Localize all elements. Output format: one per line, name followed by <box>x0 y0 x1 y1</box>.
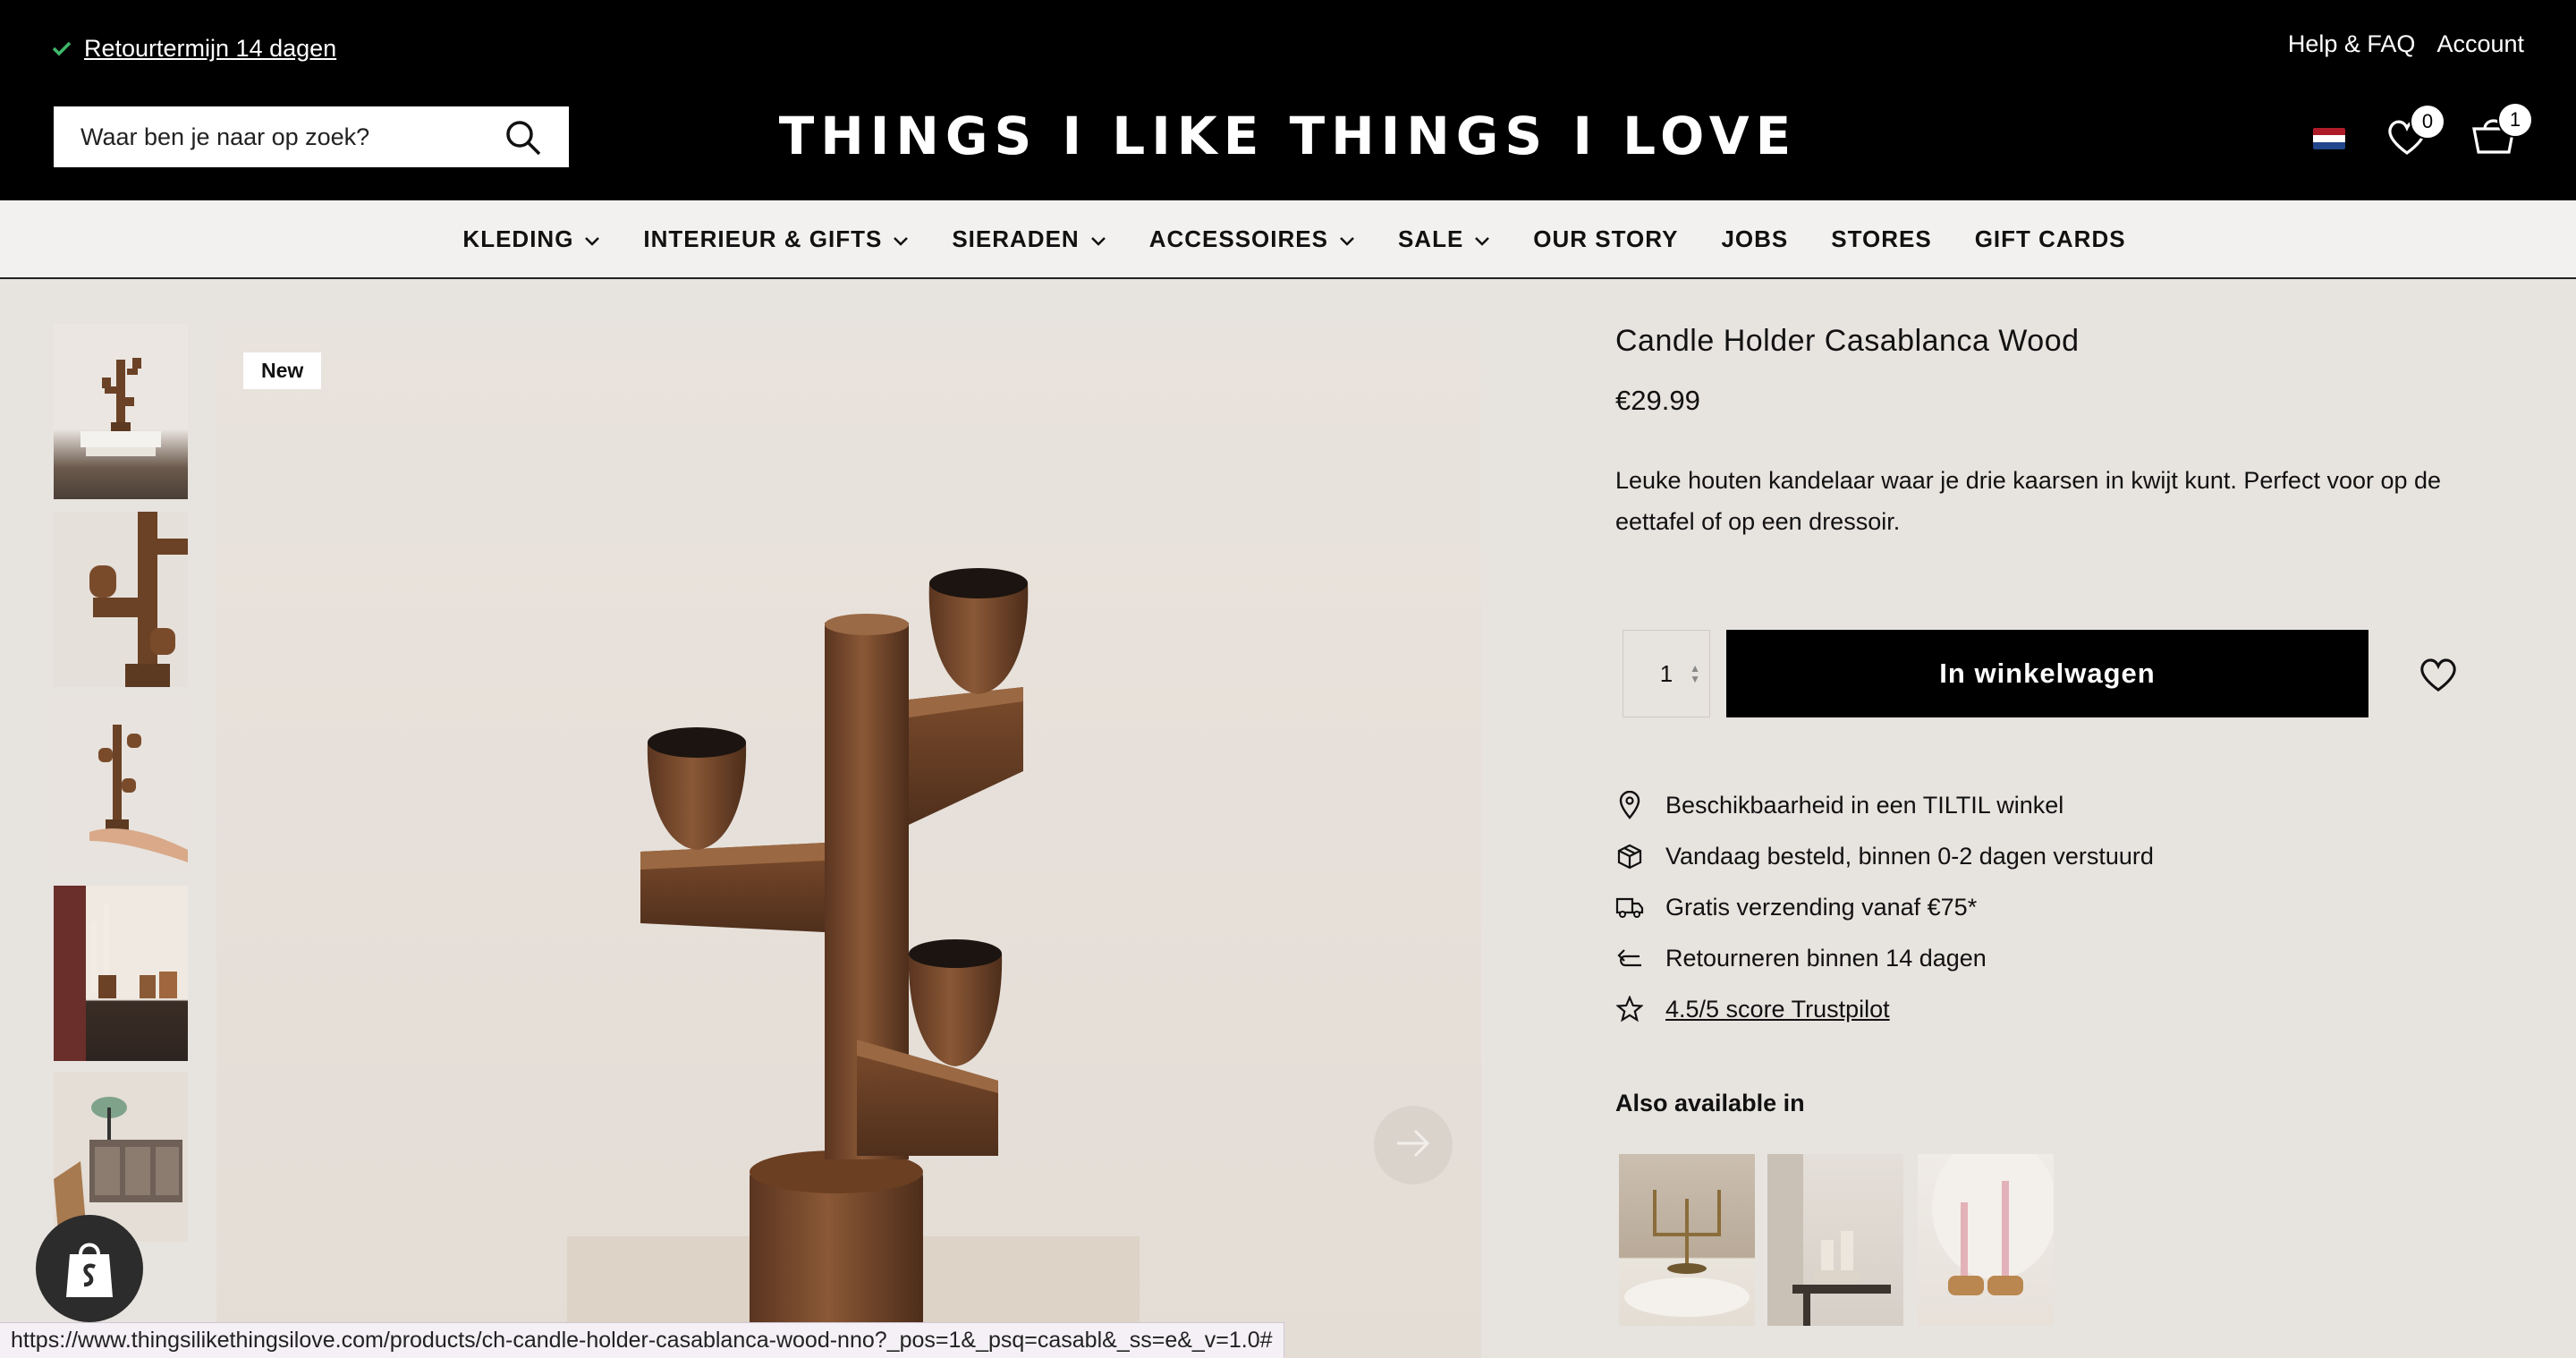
location-pin-icon <box>1615 791 1644 819</box>
announcement-bar: Retourtermijn 14 dagen <box>52 30 336 66</box>
thumbnail-interior-image <box>54 886 177 1061</box>
feature-text: Gratis verzending vanaf €75* <box>1665 893 1978 921</box>
chevron-down-icon <box>893 225 909 253</box>
package-icon <box>1615 842 1644 870</box>
cart-count-badge: 1 <box>2497 102 2533 138</box>
cart-button[interactable]: 1 <box>2470 102 2533 159</box>
nav-item-label: SALE <box>1397 225 1464 252</box>
main-navigation: KLEDING INTERIEUR & GIFTS SIERADEN ACCES… <box>0 200 2576 279</box>
chevron-down-icon <box>1090 225 1106 253</box>
return-arrow-icon <box>1615 944 1644 972</box>
nav-item-label: JOBS <box>1721 225 1789 252</box>
product-thumbnail[interactable] <box>54 324 188 499</box>
netherlands-flag-icon[interactable] <box>2313 128 2345 149</box>
search-box <box>54 106 569 167</box>
variant-stone-candle-holder-image <box>1767 1154 1891 1326</box>
thumbnail-candle-holder-image <box>80 358 161 456</box>
product-thumbnail[interactable] <box>54 698 188 873</box>
star-icon <box>1615 995 1644 1023</box>
account-link[interactable]: Account <box>2436 30 2524 58</box>
product-info: Candle Holder Casablanca Wood €29.99 Leu… <box>1615 324 2510 1326</box>
product-thumbnail[interactable] <box>54 886 188 1061</box>
nav-item-label: KLEDING <box>462 225 574 252</box>
nav-item-stores[interactable]: STORES <box>1831 225 1931 253</box>
product-title: Candle Holder Casablanca Wood <box>1615 324 2080 358</box>
product-description: Leuke houten kandelaar waar je drie kaar… <box>1615 467 2442 535</box>
nav-list: KLEDING INTERIEUR & GIFTS SIERADEN ACCES… <box>462 225 2125 253</box>
feature-free-shipping: Gratis verzending vanaf €75* <box>1615 893 1977 921</box>
new-badge: New <box>243 352 322 389</box>
feature-store-availability: Beschikbaarheid in een TILTIL winkel <box>1615 791 2063 819</box>
variant-pink-candles-image <box>1932 1154 2054 1295</box>
nav-item-interieur-gifts[interactable]: INTERIEUR & GIFTS <box>643 225 909 253</box>
nav-item-gift-cards[interactable]: GIFT CARDS <box>1975 225 2126 253</box>
variant-thumbnail[interactable] <box>1918 1154 2054 1326</box>
feature-delivery-time: Vandaag besteld, binnen 0-2 dagen verstu… <box>1615 842 2154 870</box>
feature-trustpilot: 4.5/5 score Trustpilot <box>1615 995 1890 1023</box>
wishlist-button[interactable]: 0 <box>2386 104 2445 161</box>
checkmark-icon <box>52 35 72 63</box>
add-to-cart-button[interactable]: In winkelwagen <box>1726 630 2368 717</box>
nav-item-our-story[interactable]: OUR STORY <box>1533 225 1678 253</box>
nav-item-sieraden[interactable]: SIERADEN <box>952 225 1106 253</box>
wishlist-count-badge: 0 <box>2410 104 2445 140</box>
trustpilot-link[interactable]: 4.5/5 score Trustpilot <box>1665 996 1890 1023</box>
stepper-arrows-icon[interactable]: ▲ ▼ <box>1690 663 1700 684</box>
product-thumbnail[interactable] <box>54 512 188 687</box>
nav-item-label: GIFT CARDS <box>1974 225 2126 252</box>
shopify-bag-icon[interactable] <box>36 1215 143 1322</box>
variant-brass-candle-holder-image <box>1624 1190 1750 1317</box>
candle-holder-illustration <box>567 568 1140 1358</box>
help-faq-link[interactable]: Help & FAQ <box>2288 30 2416 58</box>
return-policy-link[interactable]: Retourtermijn 14 dagen <box>84 35 336 63</box>
add-to-wishlist-button[interactable] <box>2419 657 2458 692</box>
chevron-down-icon <box>1474 225 1490 253</box>
thumbnail-closeup-image <box>89 512 188 687</box>
brand-logo[interactable]: THINGS I LIKE THINGS I LOVE <box>779 106 1792 166</box>
nav-item-label: SIERADEN <box>952 225 1080 252</box>
nav-item-kleding[interactable]: KLEDING <box>462 225 600 253</box>
shopping-basket-icon <box>2470 119 2517 159</box>
search-icon[interactable] <box>504 119 542 163</box>
variant-thumbnail[interactable] <box>1767 1154 1903 1326</box>
chevron-down-icon <box>584 225 600 253</box>
next-image-button[interactable] <box>1374 1106 1453 1184</box>
main-product-image[interactable]: New <box>216 324 1481 1358</box>
browser-status-bar: https://www.thingsilikethingsilove.com/p… <box>0 1322 1284 1358</box>
quantity-stepper[interactable]: 1 ▲ ▼ <box>1623 630 1710 717</box>
truck-icon <box>1615 893 1644 921</box>
heart-icon <box>2386 120 2428 159</box>
nav-item-jobs[interactable]: JOBS <box>1721 225 1788 253</box>
feature-text: Retourneren binnen 14 dagen <box>1665 944 1987 972</box>
page: Retourtermijn 14 dagen Help & FAQ Accoun… <box>0 0 2576 1358</box>
also-available-title: Also available in <box>1615 1090 1805 1116</box>
nav-item-label: OUR STORY <box>1533 225 1679 252</box>
nav-item-label: STORES <box>1831 225 1932 252</box>
feature-returns: Retourneren binnen 14 dagen <box>1615 944 1987 972</box>
nav-item-label: INTERIEUR & GIFTS <box>643 225 883 252</box>
arrow-right-icon <box>1394 1127 1433 1164</box>
feature-text: Vandaag besteld, binnen 0-2 dagen verstu… <box>1665 842 2154 870</box>
product-price: €29.99 <box>1615 385 1700 416</box>
thumbnail-hand-image <box>89 725 188 862</box>
nav-item-label: ACCESSOIRES <box>1148 225 1328 252</box>
nav-item-sale[interactable]: SALE <box>1398 225 1490 253</box>
site-header: Retourtermijn 14 dagen Help & FAQ Accoun… <box>0 0 2576 200</box>
heart-icon <box>2419 658 2458 696</box>
quantity-value: 1 <box>1659 659 1674 687</box>
search-input[interactable] <box>80 123 474 151</box>
variant-thumbnail[interactable] <box>1619 1154 1755 1326</box>
nav-item-accessoires[interactable]: ACCESSOIRES <box>1149 225 1355 253</box>
top-links: Help & FAQ Account <box>2288 30 2524 58</box>
chevron-down-icon <box>1339 225 1355 253</box>
feature-text: Beschikbaarheid in een TILTIL winkel <box>1665 791 2064 819</box>
